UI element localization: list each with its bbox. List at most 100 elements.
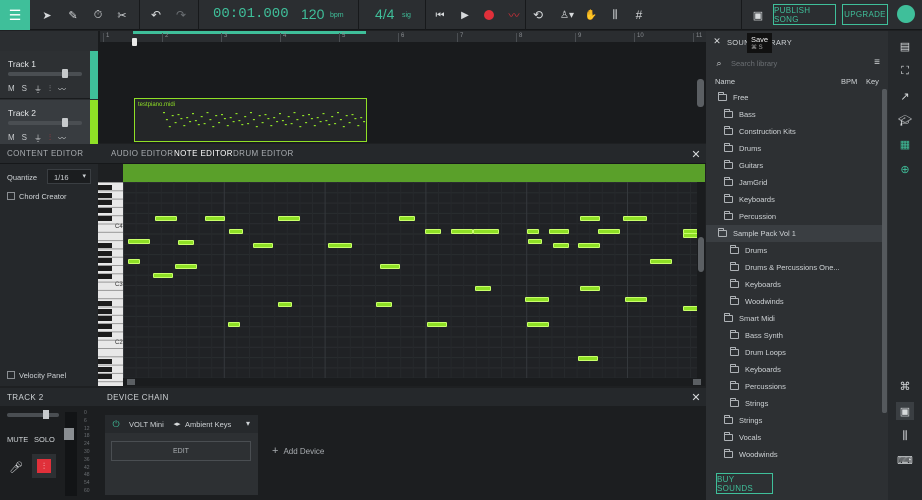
tab-audio-editor[interactable]: AUDIO EDITOR: [111, 149, 173, 158]
graduation-cap-icon[interactable]: 🎓︎: [896, 111, 914, 129]
midi-note[interactable]: [625, 297, 647, 302]
automation-icon[interactable]: 〰: [58, 84, 66, 95]
bpm-value[interactable]: 120: [301, 6, 324, 22]
close-icon[interactable]: ✕: [690, 391, 702, 404]
time-signature[interactable]: 4/4: [375, 6, 394, 22]
search-input[interactable]: Search library: [731, 59, 777, 68]
column-key[interactable]: Key: [866, 77, 879, 86]
piano-icon[interactable]: ⫼: [896, 427, 914, 445]
midi-note[interactable]: [278, 302, 292, 307]
mute-button[interactable]: M: [8, 84, 15, 95]
library-item[interactable]: Drum Loops: [706, 344, 882, 361]
midi-note[interactable]: [683, 306, 697, 311]
input-icon[interactable]: ⏚: [34, 84, 42, 95]
pointer-tool-icon[interactable]: ➤: [38, 6, 56, 24]
library-item[interactable]: Woodwinds: [706, 293, 882, 310]
solo-button[interactable]: S: [22, 84, 27, 95]
close-icon[interactable]: ✕: [690, 148, 702, 161]
track-name[interactable]: Track 1: [8, 59, 36, 69]
midi-note[interactable]: [549, 229, 569, 234]
midi-note[interactable]: [578, 243, 600, 248]
record-icon[interactable]: [484, 10, 494, 20]
notepad-icon[interactable]: ▤: [896, 37, 914, 55]
chord-creator-label[interactable]: Chord Creator: [19, 192, 67, 201]
midi-note[interactable]: [229, 229, 243, 234]
microphone-icon[interactable]: 🎤︎: [9, 460, 23, 474]
midi-note[interactable]: [683, 233, 697, 238]
redo-icon[interactable]: ↷: [172, 6, 190, 24]
midi-note[interactable]: [155, 216, 177, 221]
metronome-icon[interactable]: ♙▾: [557, 7, 577, 23]
automation-icon[interactable]: 〰: [506, 7, 522, 23]
quantize-select[interactable]: 1/16 ▾: [47, 169, 91, 184]
library-item[interactable]: Drums: [706, 140, 882, 157]
track-row[interactable]: Track 2 M S ⏚ ⫶ 〰: [0, 100, 98, 148]
midi-note[interactable]: [473, 229, 499, 234]
chevron-down-icon[interactable]: ▾: [246, 419, 250, 428]
preset-arrows-icon[interactable]: ◂▸: [172, 418, 182, 430]
library-item[interactable]: Strings: [706, 412, 882, 429]
input-monitor-icon[interactable]: ✋: [583, 7, 599, 23]
midi-note[interactable]: [475, 286, 491, 291]
loop-icon[interactable]: ⟲: [530, 7, 546, 23]
filter-icon[interactable]: ≡: [871, 56, 883, 68]
keyboard-icon[interactable]: ⌨: [896, 451, 914, 469]
solo-button[interactable]: SOLO: [34, 435, 55, 444]
midi-note[interactable]: [553, 243, 569, 248]
midi-note[interactable]: [380, 264, 400, 269]
piano-keys[interactable]: C4 C3 C2: [98, 182, 123, 386]
midi-note[interactable]: [253, 243, 273, 248]
library-item[interactable]: Smart Midi: [706, 310, 882, 327]
close-icon[interactable]: ✕: [712, 36, 722, 46]
instrument-icon[interactable]: ⫶: [49, 133, 51, 144]
library-item[interactable]: Drums: [706, 242, 882, 259]
midi-note[interactable]: [128, 239, 150, 244]
library-scrollbar[interactable]: [882, 89, 887, 413]
instrument-icon[interactable]: ⫶: [49, 84, 51, 95]
track-volume-slider[interactable]: [7, 413, 59, 417]
library-item[interactable]: Free: [706, 89, 882, 106]
midi-note[interactable]: [399, 216, 415, 221]
library-item[interactable]: Percussion: [706, 208, 882, 225]
loop-add-icon[interactable]: ⊕: [896, 160, 914, 178]
library-item[interactable]: Bass: [706, 106, 882, 123]
skip-back-icon[interactable]: ⏮: [432, 7, 448, 23]
midi-note[interactable]: [598, 229, 620, 234]
chord-creator-checkbox[interactable]: [7, 192, 15, 200]
midi-note[interactable]: [527, 229, 539, 234]
library-item[interactable]: Vocals: [706, 429, 882, 446]
library-item[interactable]: Construction Kits: [706, 123, 882, 140]
midi-note[interactable]: [376, 302, 392, 307]
volume-slider[interactable]: [8, 72, 82, 76]
library-item[interactable]: Percussions: [706, 378, 882, 395]
scissors-icon[interactable]: ✂: [113, 6, 131, 24]
instrument-button[interactable]: ⫶: [32, 454, 56, 478]
midi-note[interactable]: [425, 229, 441, 234]
device-name[interactable]: VOLT Mini: [129, 420, 164, 429]
volume-knob[interactable]: [62, 69, 68, 78]
column-name[interactable]: Name: [715, 77, 735, 86]
power-icon[interactable]: ⏻: [110, 418, 122, 430]
library-item[interactable]: Strings: [706, 395, 882, 412]
midi-note[interactable]: [175, 264, 197, 269]
pencil-tool-icon[interactable]: ✎: [64, 6, 82, 24]
scan-icon[interactable]: ⛶: [896, 62, 914, 80]
library-item[interactable]: Drums & Percussions One...: [706, 259, 882, 276]
curve-icon[interactable]: ↗: [896, 87, 914, 105]
library-item[interactable]: Keyboards: [706, 276, 882, 293]
play-icon[interactable]: ▶: [457, 7, 473, 23]
midi-note[interactable]: [578, 356, 598, 361]
input-icon[interactable]: ⏚: [34, 133, 42, 144]
tab-drum-editor[interactable]: DRUM EDITOR: [233, 149, 294, 158]
library-item[interactable]: JamGrid: [706, 174, 882, 191]
track-volume-knob[interactable]: [43, 410, 49, 419]
midi-note[interactable]: [650, 259, 672, 264]
note-v-scrollbar[interactable]: [697, 182, 705, 378]
publish-song-button[interactable]: PUBLISH SONG: [773, 4, 836, 25]
sound-library-icon[interactable]: ▣: [896, 402, 914, 420]
midi-note[interactable]: [153, 273, 173, 278]
undo-icon[interactable]: ↶: [147, 6, 165, 24]
midi-note[interactable]: [205, 216, 225, 221]
midi-note[interactable]: [278, 216, 300, 221]
midi-note[interactable]: [178, 240, 194, 245]
